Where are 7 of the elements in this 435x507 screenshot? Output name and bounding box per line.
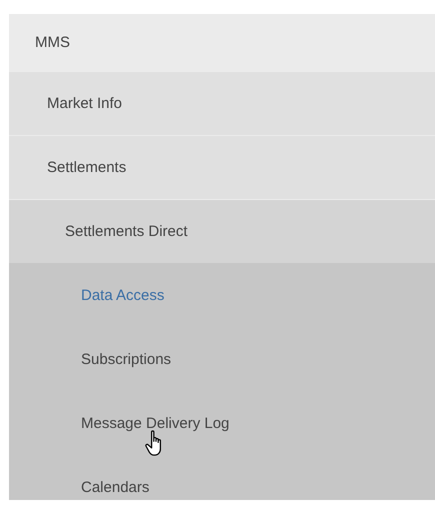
menu-item[interactable]: Message Delivery Log: [9, 391, 435, 455]
menu-item[interactable]: Subscriptions: [9, 327, 435, 391]
menu-item[interactable]: MMS: [9, 14, 435, 71]
menu-item[interactable]: Settlements Direct: [9, 199, 435, 263]
menu-item[interactable]: Settlements: [9, 135, 435, 199]
menu-item[interactable]: Market Info: [9, 71, 435, 135]
menu-item[interactable]: Calendars: [9, 455, 435, 500]
